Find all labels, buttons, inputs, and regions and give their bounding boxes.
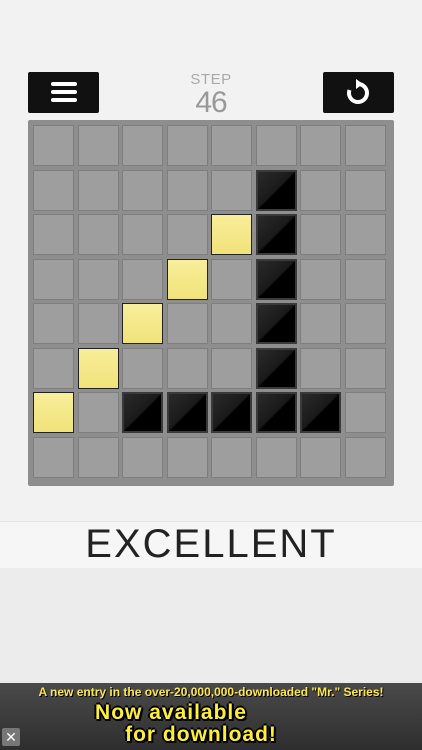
black-tile[interactable] bbox=[211, 392, 252, 433]
ad-headline: A new entry in the over-20,000,000-downl… bbox=[38, 685, 384, 699]
grid-cell[interactable] bbox=[211, 258, 252, 300]
grid-cell[interactable] bbox=[33, 258, 74, 300]
grid-cell[interactable] bbox=[33, 303, 74, 344]
undo-arrow-icon bbox=[347, 79, 369, 104]
black-tile[interactable] bbox=[255, 214, 297, 255]
grid-cell[interactable] bbox=[344, 125, 386, 166]
grid-cell[interactable] bbox=[122, 347, 163, 389]
game-board bbox=[28, 120, 394, 486]
yellow-tile[interactable] bbox=[33, 392, 74, 433]
black-tile[interactable] bbox=[300, 392, 341, 433]
black-tile[interactable] bbox=[166, 392, 208, 433]
grid-cell[interactable] bbox=[211, 303, 252, 344]
grid-cell[interactable] bbox=[33, 169, 74, 211]
grid-cell[interactable] bbox=[77, 125, 119, 166]
yellow-tile[interactable] bbox=[77, 347, 119, 389]
grid-cell[interactable] bbox=[344, 214, 386, 255]
grid-cell[interactable] bbox=[77, 214, 119, 255]
black-tile[interactable] bbox=[255, 169, 297, 211]
grid-cell[interactable] bbox=[166, 125, 208, 166]
grid-cell[interactable] bbox=[255, 125, 297, 166]
grid-cell[interactable] bbox=[166, 303, 208, 344]
grid-cell[interactable] bbox=[77, 303, 119, 344]
black-tile[interactable] bbox=[255, 258, 297, 300]
grid-cell[interactable] bbox=[77, 436, 119, 478]
grid-cell[interactable] bbox=[166, 169, 208, 211]
grid-cell[interactable] bbox=[300, 303, 341, 344]
grid-cell[interactable] bbox=[344, 436, 386, 478]
grid-cell[interactable] bbox=[122, 436, 163, 478]
grid-cell[interactable] bbox=[33, 347, 74, 389]
ad-line-2: for download! bbox=[125, 723, 277, 746]
grid-cell[interactable] bbox=[300, 125, 341, 166]
grid-cell[interactable] bbox=[300, 169, 341, 211]
step-counter: 46 bbox=[195, 86, 227, 119]
yellow-tile[interactable] bbox=[166, 258, 208, 300]
grid-cell[interactable] bbox=[77, 169, 119, 211]
menu-button[interactable] bbox=[28, 72, 99, 113]
ad-close-icon[interactable]: ✕ bbox=[2, 728, 20, 746]
grid-cell[interactable] bbox=[344, 347, 386, 389]
grid-cell[interactable] bbox=[33, 125, 74, 166]
ad-line-1: Now available bbox=[95, 701, 247, 724]
grid-cell[interactable] bbox=[166, 436, 208, 478]
ad-banner[interactable]: A new entry in the over-20,000,000-downl… bbox=[0, 683, 422, 750]
yellow-tile[interactable] bbox=[211, 214, 252, 255]
black-tile[interactable] bbox=[122, 392, 163, 433]
grid-cell[interactable] bbox=[77, 258, 119, 300]
yellow-tile[interactable] bbox=[122, 303, 163, 344]
undo-button[interactable] bbox=[323, 72, 394, 113]
grid-cell[interactable] bbox=[344, 169, 386, 211]
grid-cell[interactable] bbox=[166, 214, 208, 255]
black-tile[interactable] bbox=[255, 392, 297, 433]
grid-cell[interactable] bbox=[211, 347, 252, 389]
grid-cell[interactable] bbox=[300, 347, 341, 389]
lower-blank-area bbox=[0, 568, 422, 683]
grid-cell[interactable] bbox=[255, 436, 297, 478]
grid-cell[interactable] bbox=[211, 436, 252, 478]
grid-cell[interactable] bbox=[344, 392, 386, 433]
grid-cell[interactable] bbox=[122, 214, 163, 255]
grid-cell[interactable] bbox=[166, 347, 208, 389]
result-message: EXCELLENT bbox=[85, 522, 337, 566]
grid-cell[interactable] bbox=[344, 303, 386, 344]
hamburger-menu-icon bbox=[51, 82, 77, 103]
grid-cell[interactable] bbox=[211, 169, 252, 211]
grid-cell[interactable] bbox=[211, 125, 252, 166]
grid-cell[interactable] bbox=[300, 258, 341, 300]
black-tile[interactable] bbox=[255, 347, 297, 389]
black-tile[interactable] bbox=[255, 303, 297, 344]
grid-cell[interactable] bbox=[33, 214, 74, 255]
grid-cell[interactable] bbox=[344, 258, 386, 300]
grid-cell[interactable] bbox=[33, 436, 74, 478]
grid-cell[interactable] bbox=[122, 258, 163, 300]
grid-cell[interactable] bbox=[77, 392, 119, 433]
grid-cell[interactable] bbox=[122, 125, 163, 166]
grid-cell[interactable] bbox=[122, 169, 163, 211]
grid-cell[interactable] bbox=[300, 436, 341, 478]
grid-cell[interactable] bbox=[300, 214, 341, 255]
